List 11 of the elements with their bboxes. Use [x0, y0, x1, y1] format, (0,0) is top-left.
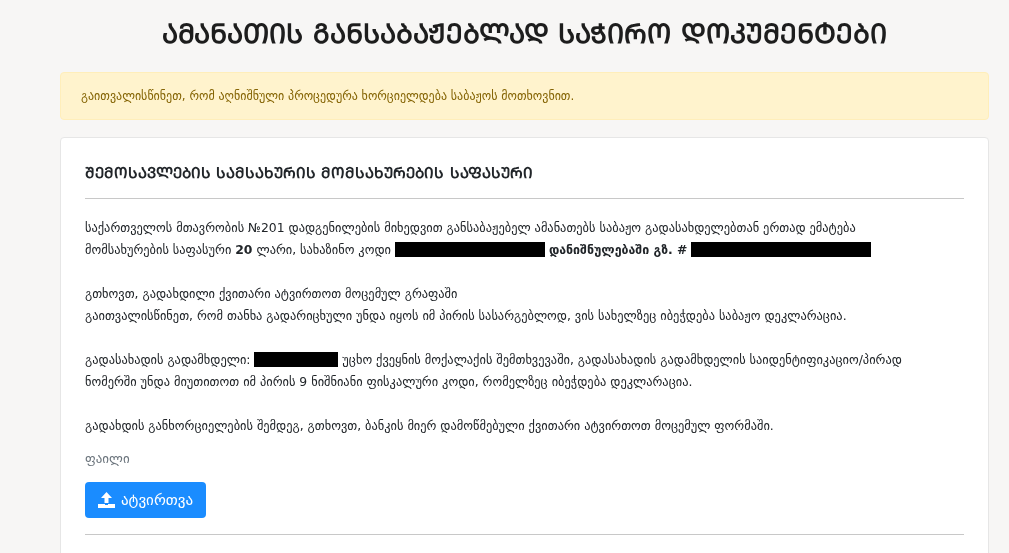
paragraph: გადასახადის გადამხდელი: უცხო ქვეყნის მოქალაქის შემთხვევაში, გადასახადის გადამხდელის საიდენტიფიკაციო/პირად ნომერში უნდა მიუთითოთ იმ პირის 9 ნიშნიანი ფისკალური კოდი, რომელზეც იბეჭდება დეკლარაცია. [85, 351, 903, 391]
field-label: ფაილი [85, 451, 131, 466]
paragraph: საქართველოს მთავრობის №201 დადგენილების მიხედვით განსაბაჟებელ ამანათებს საბაჟო გადასახდელებთან ერთად ემატება მომსახურების საფასური 20 ლარი, სახაზინო კოდი დანიშნულებაში გზ. # [85, 217, 935, 261]
alert-message: გაითვალისწინეთ, რომ აღნიშნული პროცედურა ხორციელდება საბაჟოს მოთხოვნით. [60, 72, 989, 120]
paragraph: გთხოვთ, გადახდილი ქვითარი ატვირთოთ მოცემულ გრაფაში [85, 285, 459, 303]
card-title: ᲨᲔᲛᲝᲡᲐᲕᲚᲔᲑᲘᲡ ᲡᲐᲛᲡᲐᲮᲣᲠᲘᲡ ᲛᲝᲛᲡᲐᲮᲣᲠᲔᲑᲘᲡ ᲡᲐᲤᲐᲡᲣᲠᲘ [85, 138, 964, 199]
upload-icon [98, 492, 115, 508]
paragraph: გაითვალისწინეთ, რომ თანხა გადარიცხული უნდა იყოს იმ პირის სასარგებლოდ, ვის სახელზეც იბეჭდება საბაჟო დეკლარაცია. [85, 307, 848, 325]
upload-button[interactable]: ატვირთვა [85, 482, 207, 518]
page-title: ᲐᲛᲐᲜᲐᲗᲘᲡ ᲒᲐᲜᲡᲐᲑᲐᲟᲔᲑᲚᲐᲓ ᲡᲐᲭᲘᲠᲝ ᲓᲝᲙᲣᲛᲔᲜᲢᲔᲑᲘ [161, 17, 888, 51]
paragraph: გადახდის განხორციელების შემდეგ, გთხოვთ, ბანკის მიერ დამოწმებული ქვითარი ატვირთოთ მოცემულ ფორმაში. [85, 417, 775, 435]
